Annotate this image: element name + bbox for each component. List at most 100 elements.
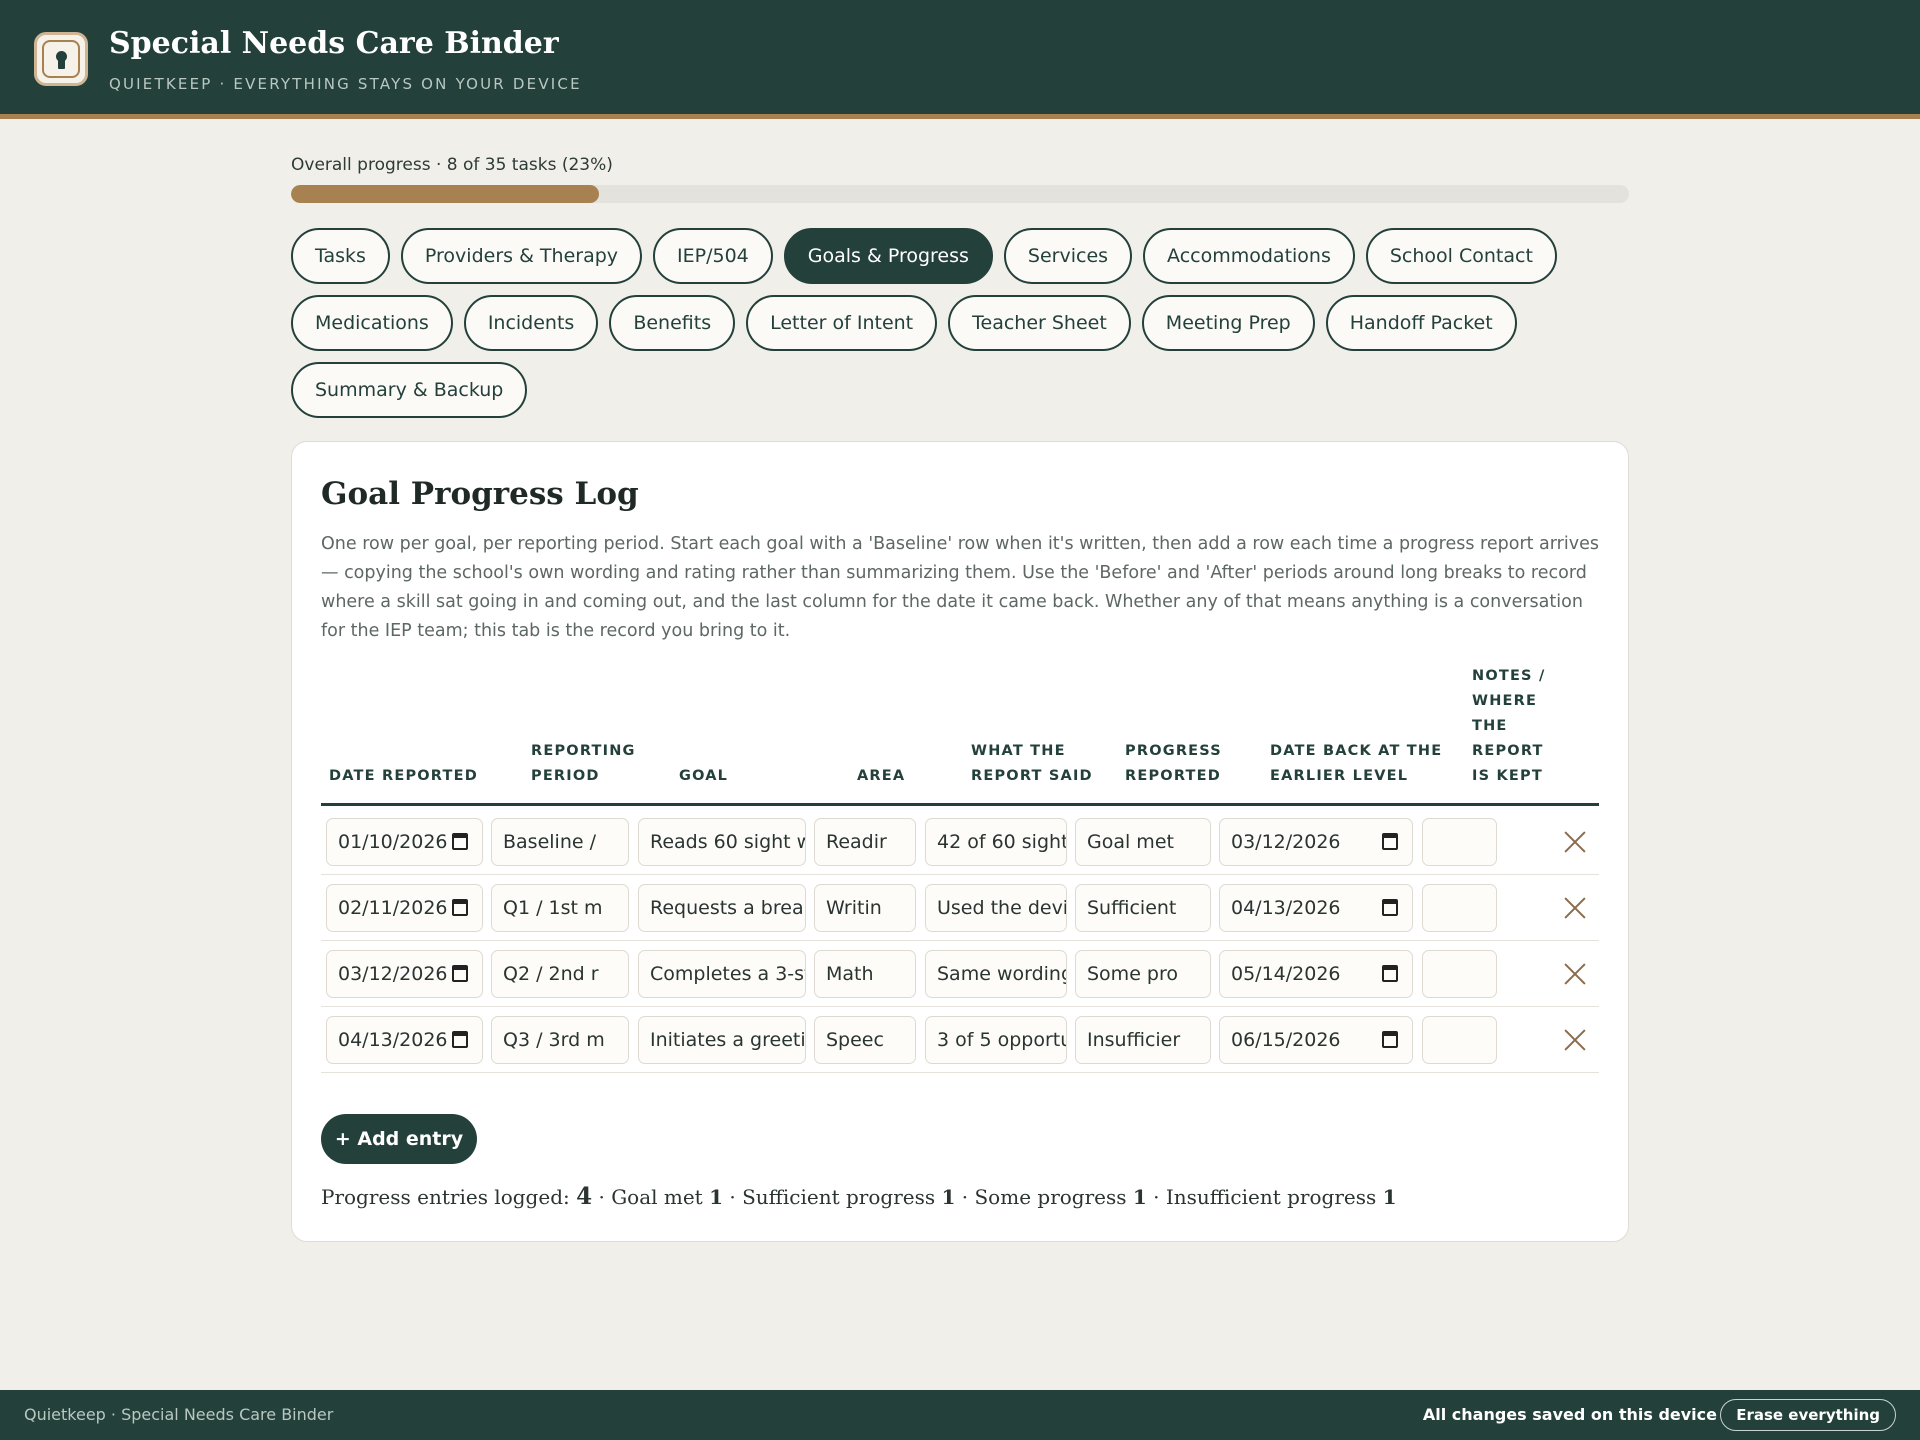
tab-goals-progress[interactable]: Goals & Progress xyxy=(783,228,993,284)
tab-tasks[interactable]: Tasks xyxy=(291,228,390,284)
date-back-input-value: 04/13/2026 xyxy=(1231,897,1341,919)
date-reported-input-value: 03/12/2026 xyxy=(338,963,448,985)
progress-reported-input-value: Sufficient xyxy=(1087,897,1177,919)
area-input-value: Readir xyxy=(826,831,887,853)
calendar-icon[interactable] xyxy=(1382,965,1398,982)
area-input[interactable]: Readir xyxy=(814,818,916,866)
calendar-icon[interactable] xyxy=(452,1031,468,1048)
card-description: One row per goal, per reporting period. … xyxy=(321,534,1599,641)
report-said-input-value: 42 of 60 sight xyxy=(937,831,1067,853)
delete-row-icon[interactable] xyxy=(1564,963,1586,985)
report-said-input[interactable]: 3 of 5 opportu xyxy=(925,1016,1067,1064)
tab-handoff-packet[interactable]: Handoff Packet xyxy=(1325,295,1517,351)
summary-goal-met-label: Goal met xyxy=(611,1185,703,1209)
calendar-icon[interactable] xyxy=(1382,833,1398,850)
report-said-input[interactable]: 42 of 60 sight xyxy=(925,818,1067,866)
calendar-icon[interactable] xyxy=(452,833,468,850)
reporting-period-input[interactable]: Q1 / 1st m xyxy=(491,884,629,932)
progress-fill xyxy=(291,185,599,203)
reporting-period-input[interactable]: Q3 / 3rd m xyxy=(491,1016,629,1064)
summary-insufficient-label: Insufficient progress xyxy=(1165,1185,1377,1209)
tab-incidents[interactable]: Incidents xyxy=(463,295,599,351)
column-header-area: Area xyxy=(857,768,906,784)
tab-letter-of-intent[interactable]: Letter of Intent xyxy=(746,295,938,351)
summary-total: 4 xyxy=(576,1183,593,1210)
table-row: 02/11/2026 Q1 / 1st m Requests a break Writ… xyxy=(321,875,1599,941)
goal-input[interactable]: Reads 60 sight w xyxy=(638,818,806,866)
progress-reported-input[interactable]: Some pro xyxy=(1075,950,1211,998)
goal-input[interactable]: Initiates a greetir xyxy=(638,1016,806,1064)
notes-input[interactable] xyxy=(1422,950,1497,998)
progress-reported-input[interactable]: Insufficier xyxy=(1075,1016,1211,1064)
table-row: 01/10/2026 Baseline / Reads 60 sight w Read… xyxy=(321,809,1599,875)
tab-school-contact[interactable]: School Contact xyxy=(1365,228,1557,284)
notes-input[interactable] xyxy=(1422,1016,1497,1064)
delete-row-icon[interactable] xyxy=(1564,897,1586,919)
calendar-icon[interactable] xyxy=(1382,899,1398,916)
reporting-period-input[interactable]: Q2 / 2nd r xyxy=(491,950,629,998)
area-input[interactable]: Math xyxy=(814,950,916,998)
goal-input-value: Reads 60 sight w xyxy=(650,831,806,853)
date-back-input[interactable]: 04/13/2026 xyxy=(1219,884,1413,932)
progress-reported-input-value: Some pro xyxy=(1087,963,1179,985)
table-header: Date reported Reporting period Goal Area… xyxy=(321,668,1599,806)
erase-everything-button[interactable]: Erase everything xyxy=(1720,1399,1896,1431)
date-back-input-value: 05/14/2026 xyxy=(1231,963,1341,985)
tab-meeting-prep[interactable]: Meeting Prep xyxy=(1141,295,1315,351)
tab-teacher-sheet[interactable]: Teacher Sheet xyxy=(948,295,1131,351)
save-status: All changes saved on this device xyxy=(1422,1405,1717,1424)
report-said-input[interactable]: Same wording xyxy=(925,950,1067,998)
page-title: Goal Progress Log xyxy=(321,476,639,512)
date-reported-input[interactable]: 03/12/2026 xyxy=(326,950,483,998)
area-input[interactable]: Speec xyxy=(814,1016,916,1064)
calendar-icon[interactable] xyxy=(1382,1031,1398,1048)
report-said-input[interactable]: Used the devi xyxy=(925,884,1067,932)
reporting-period-input-value: Q2 / 2nd r xyxy=(503,963,599,985)
tab-medications[interactable]: Medications xyxy=(291,295,453,351)
progress-reported-input[interactable]: Sufficient xyxy=(1075,884,1211,932)
app-header: Special Needs Care Binder QUIETKEEP · EV… xyxy=(0,0,1920,119)
reporting-period-input-value: Q1 / 1st m xyxy=(503,897,603,919)
date-reported-input-value: 01/10/2026 xyxy=(338,831,448,853)
tab-benefits[interactable]: Benefits xyxy=(609,295,736,351)
tab-providers-therapy[interactable]: Providers & Therapy xyxy=(400,228,643,284)
date-reported-input-value: 04/13/2026 xyxy=(338,1029,448,1051)
add-entry-button[interactable]: + Add entry xyxy=(321,1114,477,1164)
reporting-period-input[interactable]: Baseline / xyxy=(491,818,629,866)
date-reported-input[interactable]: 04/13/2026 xyxy=(326,1016,483,1064)
date-back-input-value: 03/12/2026 xyxy=(1231,831,1341,853)
calendar-icon[interactable] xyxy=(452,965,468,982)
date-back-input[interactable]: 05/14/2026 xyxy=(1219,950,1413,998)
date-reported-input[interactable]: 01/10/2026 xyxy=(326,818,483,866)
progress-reported-input[interactable]: Goal met xyxy=(1075,818,1211,866)
tab-accommodations[interactable]: Accommodations xyxy=(1143,228,1355,284)
goal-input-value: Requests a break xyxy=(650,897,806,919)
delete-row-icon[interactable] xyxy=(1564,1029,1586,1051)
area-input[interactable]: Writin xyxy=(814,884,916,932)
tab-iep-504[interactable]: IEP/504 xyxy=(653,228,773,284)
date-back-input[interactable]: 03/12/2026 xyxy=(1219,818,1413,866)
report-said-input-value: Used the devi xyxy=(937,897,1067,919)
delete-row-icon[interactable] xyxy=(1564,831,1586,853)
goal-input[interactable]: Requests a break xyxy=(638,884,806,932)
summary-sufficient-count: 1 xyxy=(941,1185,956,1209)
goal-input[interactable]: Completes a 3-st xyxy=(638,950,806,998)
notes-input[interactable] xyxy=(1422,884,1497,932)
column-header-date-reported: Date reported xyxy=(329,768,478,784)
column-header-progress-reported: Progress reported xyxy=(1125,743,1222,784)
notes-input[interactable] xyxy=(1422,818,1497,866)
table-row: 03/12/2026 Q2 / 2nd r Completes a 3-st Math… xyxy=(321,941,1599,1007)
footer-app-name: Quietkeep · Special Needs Care Binder xyxy=(24,1405,334,1424)
app-subtitle: QUIETKEEP · EVERYTHING STAYS ON YOUR DEV… xyxy=(109,75,582,93)
tab-summary-backup[interactable]: Summary & Backup xyxy=(291,362,528,418)
progress-reported-input-value: Insufficier xyxy=(1087,1029,1181,1051)
calendar-icon[interactable] xyxy=(452,899,468,916)
goal-input-value: Completes a 3-st xyxy=(650,963,806,985)
date-back-input[interactable]: 06/15/2026 xyxy=(1219,1016,1413,1064)
tab-services[interactable]: Services xyxy=(1003,228,1133,284)
keyhole-icon xyxy=(34,32,88,86)
progress-summary: Progress entries logged: 4 · Goal met 1 … xyxy=(321,1183,1397,1210)
summary-sufficient-label: Sufficient progress xyxy=(742,1185,936,1209)
goal-progress-card: Goal Progress Log One row per goal, per … xyxy=(291,441,1629,1242)
date-reported-input[interactable]: 02/11/2026 xyxy=(326,884,483,932)
